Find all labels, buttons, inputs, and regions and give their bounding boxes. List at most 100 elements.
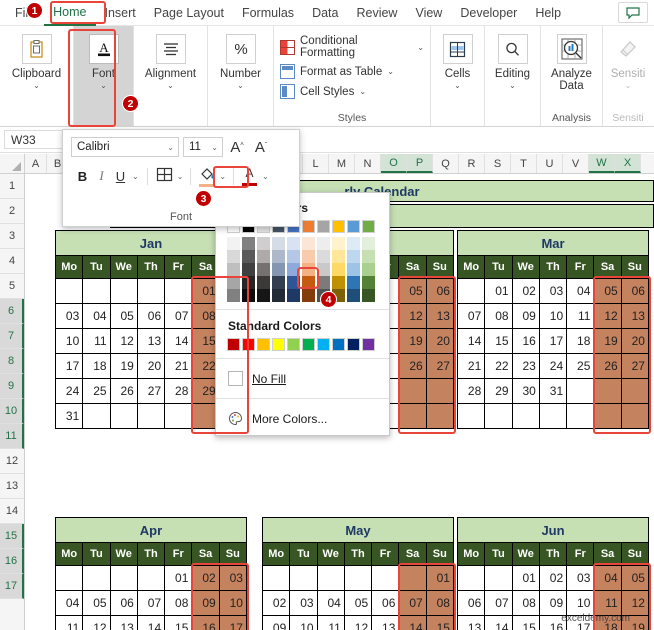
sensitivity-button[interactable]: Sensiti ⌄	[606, 31, 650, 90]
calendar-day-cell[interactable]: 04	[83, 304, 111, 328]
analyze-data-button[interactable]: Analyze Data	[546, 31, 598, 92]
theme-variant-swatch-1-0[interactable]	[242, 237, 255, 250]
theme-variant-swatch-6-0[interactable]	[317, 237, 330, 250]
font-flyout-panel[interactable]: Calibri ⌄ 11 ⌄ A^ Aˇ B I U ⌄ ⌄ ⌄ A ⌄ Fon…	[62, 129, 300, 227]
row-header-15[interactable]: 15	[0, 524, 24, 549]
calendar-day-cell[interactable]: 02	[539, 566, 568, 590]
calendar-day-cell[interactable]: 11	[594, 591, 622, 615]
calendar-day-cell[interactable]: 20	[137, 354, 166, 378]
calendar-day-cell[interactable]	[539, 404, 568, 428]
tab-formulas[interactable]: Formulas	[233, 1, 303, 25]
ribbon-group-font[interactable]: A Font ⌄	[74, 26, 134, 126]
calendar-day-cell[interactable]: 10	[290, 616, 318, 630]
calendar-day-cell[interactable]: 03	[219, 566, 246, 590]
standard-color-swatch-6[interactable]	[317, 338, 330, 351]
calendar-day-cell[interactable]: 12	[83, 616, 111, 630]
row-header-12[interactable]: 12	[0, 449, 24, 474]
font-size-combo[interactable]: 11 ⌄	[183, 137, 223, 157]
italic-button[interactable]: I	[94, 168, 109, 184]
tab-page-layout[interactable]: Page Layout	[145, 1, 233, 25]
theme-variant-column-0[interactable]	[227, 237, 240, 302]
theme-variant-swatch-7-3[interactable]	[332, 276, 345, 289]
chevron-down-icon[interactable]: ⌄	[417, 43, 424, 52]
calendar-day-cell[interactable]: 09	[539, 591, 568, 615]
cells-button[interactable]: Cells ⌄	[436, 31, 480, 90]
calendar-day-cell[interactable]: 14	[485, 616, 513, 630]
calendar-day-cell[interactable]: 07	[165, 304, 193, 328]
calendar-day-cell[interactable]: 19	[399, 329, 427, 353]
calendar-day-cell[interactable]	[426, 404, 453, 428]
chevron-down-icon[interactable]: ⌄	[167, 143, 174, 152]
theme-variant-swatch-9-4[interactable]	[362, 289, 375, 302]
theme-variants-grid[interactable]	[216, 233, 389, 302]
calendar-day-cell[interactable]: 06	[110, 591, 138, 615]
tab-review[interactable]: Review	[347, 1, 406, 25]
row-header-3[interactable]: 3	[0, 224, 24, 249]
calendar-day-cell[interactable]: 25	[83, 379, 111, 403]
theme-variant-swatch-3-1[interactable]	[272, 250, 285, 263]
calendar-day-cell[interactable]	[317, 566, 345, 590]
theme-variant-swatch-2-1[interactable]	[257, 250, 270, 263]
number-button[interactable]: % Number ⌄	[213, 31, 269, 90]
column-header-r[interactable]: R	[459, 154, 485, 173]
calendar-day-cell[interactable]: 04	[317, 591, 345, 615]
calendar-day-cell[interactable]: 23	[512, 354, 540, 378]
row-header-9[interactable]: 9	[0, 374, 24, 399]
theme-variant-column-3[interactable]	[272, 237, 285, 302]
calendar-day-cell[interactable]: 12	[110, 329, 138, 353]
calendar-day-cell[interactable]: 09	[192, 591, 220, 615]
theme-variant-swatch-7-2[interactable]	[332, 263, 345, 276]
calendar-day-cell[interactable]	[567, 404, 595, 428]
standard-color-swatch-4[interactable]	[287, 338, 300, 351]
calendar-day-cell[interactable]	[110, 404, 138, 428]
calendar-day-cell[interactable]: 01	[165, 566, 193, 590]
tab-view[interactable]: View	[406, 1, 451, 25]
theme-variant-swatch-9-2[interactable]	[362, 263, 375, 276]
calendar-day-cell[interactable]: 14	[399, 616, 427, 630]
column-header-w[interactable]: W	[589, 154, 615, 173]
theme-variant-swatch-2-3[interactable]	[257, 276, 270, 289]
chevron-down-icon[interactable]: ⌄	[211, 143, 218, 152]
chevron-down-icon[interactable]: ⌄	[237, 81, 244, 90]
calendar-day-cell[interactable]: 02	[263, 591, 291, 615]
theme-variant-swatch-1-3[interactable]	[242, 276, 255, 289]
theme-variant-swatch-0-2[interactable]	[227, 263, 240, 276]
calendar-day-cell[interactable]	[165, 279, 193, 303]
theme-variant-swatch-6-2[interactable]	[317, 263, 330, 276]
row-header-10[interactable]: 10	[0, 399, 24, 424]
calendar-day-cell[interactable]: 13	[426, 304, 453, 328]
calendar-day-cell[interactable]: 03	[290, 591, 318, 615]
calendar-day-cell[interactable]: 10	[219, 591, 246, 615]
calendar-day-cell[interactable]: 21	[165, 354, 193, 378]
tab-home[interactable]: Home	[44, 0, 96, 26]
chevron-down-icon[interactable]: ⌄	[167, 81, 174, 90]
calendar-day-cell[interactable]: 12	[399, 304, 427, 328]
cell-styles-button[interactable]: Cell Styles ⌄	[280, 84, 424, 99]
theme-variant-swatch-5-0[interactable]	[302, 237, 315, 250]
no-fill-item[interactable]: No Fill	[216, 366, 389, 391]
calendar-day-cell[interactable]	[594, 379, 622, 403]
underline-button[interactable]: U	[113, 169, 128, 184]
comment-icon[interactable]	[618, 2, 648, 23]
theme-variant-swatch-5-1[interactable]	[302, 250, 315, 263]
theme-variant-column-9[interactable]	[362, 237, 375, 302]
calendar-day-cell[interactable]: 25	[567, 354, 595, 378]
calendar-day-cell[interactable]	[344, 566, 373, 590]
theme-variant-swatch-0-4[interactable]	[227, 289, 240, 302]
chevron-down-icon[interactable]: ⌄	[387, 67, 394, 76]
column-header-n[interactable]: N	[355, 154, 381, 173]
decrease-font-size-button[interactable]: Aˇ	[251, 139, 271, 156]
calendar-day-cell[interactable]: 31	[539, 379, 568, 403]
theme-variant-swatch-9-3[interactable]	[362, 276, 375, 289]
calendar-day-cell[interactable]	[263, 566, 291, 590]
theme-variant-swatch-6-3[interactable]	[317, 276, 330, 289]
chevron-down-icon[interactable]: ⌄	[177, 172, 184, 181]
calendar-day-cell[interactable]: 27	[621, 354, 648, 378]
calendar-day-cell[interactable]: 05	[110, 304, 138, 328]
column-header-q[interactable]: Q	[433, 154, 459, 173]
calendar-day-cell[interactable]	[137, 566, 166, 590]
column-header-a[interactable]: A	[25, 154, 47, 173]
calendar-day-cell[interactable]: 21	[458, 354, 486, 378]
calendar-day-cell[interactable]: 11	[56, 616, 84, 630]
tab-insert[interactable]: Insert	[96, 1, 145, 25]
